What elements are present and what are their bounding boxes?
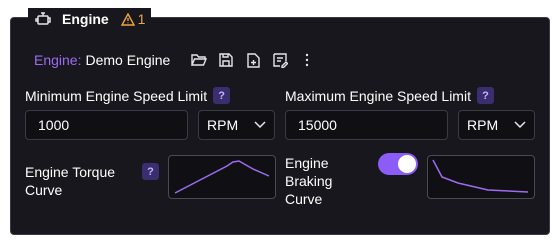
max-speed-label: Maximum Engine Speed Limit — [285, 87, 471, 104]
engine-name[interactable]: Demo Engine — [85, 52, 170, 68]
torque-curve-editor[interactable] — [168, 155, 276, 199]
panel-title: Engine — [62, 11, 109, 27]
torque-curve-line — [174, 160, 270, 194]
toggle-knob — [398, 155, 416, 173]
braking-curve-editor[interactable] — [427, 155, 535, 199]
braking-curve-toggle[interactable] — [378, 153, 418, 175]
min-speed-label-row: Minimum Engine Speed Limit ? — [25, 87, 231, 104]
braking-curve-line — [432, 159, 529, 193]
chevron-down-icon — [254, 121, 266, 129]
engine-icon — [34, 10, 54, 28]
min-speed-input[interactable]: 1000 — [25, 110, 188, 140]
engine-toolbar — [190, 51, 316, 69]
edit-notes-icon[interactable] — [271, 51, 289, 69]
min-speed-unit-select[interactable]: RPM — [198, 110, 275, 140]
max-speed-help-icon[interactable]: ? — [476, 87, 494, 104]
warning-icon — [120, 12, 135, 26]
max-speed-unit: RPM — [467, 117, 499, 133]
chevron-down-icon — [514, 121, 526, 129]
folder-open-icon[interactable] — [190, 51, 208, 69]
min-speed-unit: RPM — [207, 117, 239, 133]
torque-curve-label: Engine Torque Curve — [25, 164, 116, 198]
min-speed-help-icon[interactable]: ? — [213, 87, 231, 104]
warning-indicator[interactable]: 1 — [120, 11, 146, 27]
torque-help-icon[interactable]: ? — [142, 163, 159, 180]
warning-count: 1 — [137, 11, 146, 27]
panel-header: Engine 1 — [28, 8, 152, 30]
max-speed-unit-select[interactable]: RPM — [458, 110, 535, 140]
new-file-icon[interactable] — [244, 51, 262, 69]
min-speed-label: Minimum Engine Speed Limit — [25, 87, 208, 104]
more-vertical-icon[interactable] — [298, 51, 316, 69]
max-speed-label-row: Maximum Engine Speed Limit ? — [285, 87, 494, 104]
max-speed-input[interactable]: 15000 — [285, 110, 448, 140]
braking-curve-label: Engine Braking Curve — [285, 155, 333, 207]
engine-row: Engine: Demo Engine — [34, 49, 316, 71]
save-icon[interactable] — [217, 51, 235, 69]
engine-label: Engine: — [34, 52, 82, 68]
